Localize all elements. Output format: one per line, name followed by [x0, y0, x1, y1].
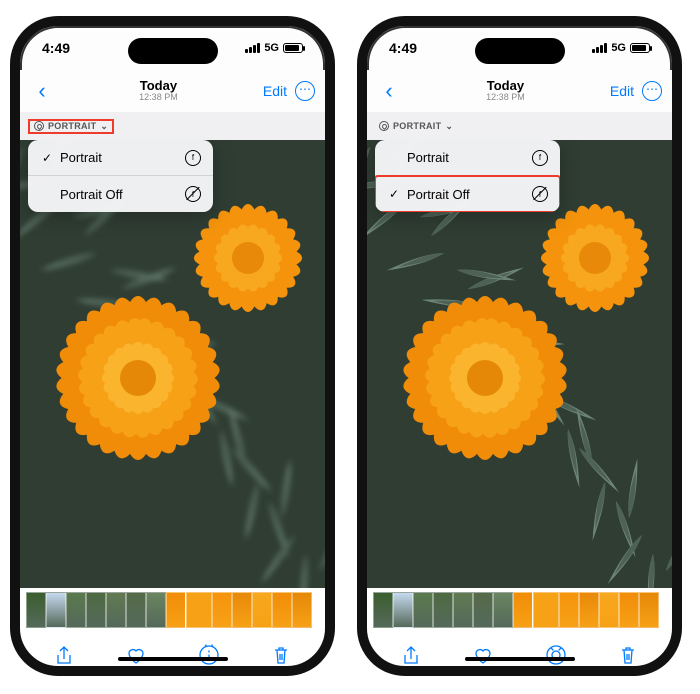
thumbnail[interactable]: [599, 592, 619, 628]
thumbnail[interactable]: [232, 592, 252, 628]
check-icon: ✓: [387, 187, 401, 201]
home-indicator[interactable]: [118, 657, 228, 661]
aperture-icon: [34, 121, 44, 131]
thumbnail[interactable]: [393, 592, 413, 628]
aperture-off-icon: f: [185, 186, 201, 202]
thumbnail[interactable]: [639, 592, 659, 628]
thumbnail[interactable]: [433, 592, 453, 628]
mode-row: PORTRAIT ⌄: [20, 112, 325, 140]
signal-icon: [245, 43, 260, 53]
thumbnail[interactable]: [619, 592, 639, 628]
thumbnail-strip[interactable]: [20, 588, 325, 632]
thumbnail[interactable]: [453, 592, 473, 628]
portrait-mode-badge[interactable]: PORTRAIT ⌄: [375, 119, 457, 134]
iphone-frame: 4:49 5G ‹ Today 12:38 PM Edit ⋯ PORTRAIT…: [10, 16, 335, 676]
battery-icon: [283, 43, 303, 53]
favorite-button[interactable]: [122, 641, 150, 669]
thumbnail[interactable]: [166, 592, 186, 628]
thumbnail-strip[interactable]: [367, 588, 672, 632]
aperture-icon: f: [532, 150, 548, 166]
nav-title-text: Today: [139, 79, 178, 93]
bottom-toolbar: [367, 632, 672, 676]
menu-item-aperture[interactable]: Portrait f: [375, 140, 560, 176]
menu-item-label: Portrait Off: [54, 187, 185, 202]
dynamic-island: [128, 38, 218, 64]
portrait-badge-label: PORTRAIT: [393, 121, 441, 131]
thumbnail[interactable]: [212, 592, 232, 628]
nav-bar: ‹ Today 12:38 PM Edit ⋯: [367, 70, 672, 112]
thumbnail[interactable]: [66, 592, 86, 628]
photo-viewport[interactable]: Portrait f ✓ Portrait Off f: [367, 140, 672, 588]
live-button[interactable]: [542, 641, 570, 669]
menu-item-label: Portrait: [54, 150, 185, 165]
thumbnail[interactable]: [146, 592, 166, 628]
aperture-icon: [379, 121, 389, 131]
aperture-icon: f: [185, 150, 201, 166]
thumbnail[interactable]: [559, 592, 579, 628]
thumbnail[interactable]: [373, 592, 393, 628]
nav-title: Today 12:38 PM: [139, 79, 178, 103]
photo-viewport[interactable]: ✓ Portrait f Portrait Off f: [20, 140, 325, 588]
nav-title: Today 12:38 PM: [486, 79, 525, 103]
info-button[interactable]: [195, 641, 223, 669]
battery-icon: [630, 43, 650, 53]
thumbnail[interactable]: [579, 592, 599, 628]
dynamic-island: [475, 38, 565, 64]
more-button[interactable]: ⋯: [642, 81, 662, 101]
trash-button[interactable]: [614, 641, 642, 669]
bottom-toolbar: [20, 632, 325, 676]
menu-item-aperture-off[interactable]: Portrait Off f: [28, 176, 213, 212]
chevron-down-icon: ⌄: [100, 121, 108, 132]
edit-button[interactable]: Edit: [263, 83, 287, 99]
thumbnail[interactable]: [46, 592, 66, 628]
menu-item-aperture[interactable]: ✓ Portrait f: [28, 140, 213, 176]
back-button[interactable]: ‹: [377, 78, 401, 104]
thumbnail[interactable]: [26, 592, 46, 628]
nav-bar: ‹ Today 12:38 PM Edit ⋯: [20, 70, 325, 112]
portrait-mode-badge[interactable]: PORTRAIT ⌄: [28, 119, 114, 134]
thumbnail[interactable]: [86, 592, 106, 628]
network-label: 5G: [611, 42, 626, 54]
check-icon: ✓: [40, 151, 54, 165]
aperture-off-icon: f: [532, 186, 548, 202]
portrait-dropdown-menu: ✓ Portrait f Portrait Off f: [28, 140, 213, 212]
thumbnail[interactable]: [186, 592, 212, 628]
thumbnail[interactable]: [106, 592, 126, 628]
thumbnail[interactable]: [272, 592, 292, 628]
menu-item-label: Portrait: [401, 150, 532, 165]
back-button[interactable]: ‹: [30, 78, 54, 104]
more-button[interactable]: ⋯: [295, 81, 315, 101]
share-button[interactable]: [397, 641, 425, 669]
thumbnail[interactable]: [473, 592, 493, 628]
edit-button[interactable]: Edit: [610, 83, 634, 99]
portrait-dropdown-menu: Portrait f ✓ Portrait Off f: [375, 140, 560, 212]
nav-subtitle-text: 12:38 PM: [486, 93, 525, 103]
thumbnail[interactable]: [292, 592, 312, 628]
thumbnail[interactable]: [533, 592, 559, 628]
mode-row: PORTRAIT ⌄: [367, 112, 672, 140]
share-button[interactable]: [50, 641, 78, 669]
signal-icon: [592, 43, 607, 53]
trash-button[interactable]: [267, 641, 295, 669]
thumbnail[interactable]: [126, 592, 146, 628]
status-time: 4:49: [389, 40, 417, 56]
thumbnail[interactable]: [513, 592, 533, 628]
home-indicator[interactable]: [465, 657, 575, 661]
thumbnail[interactable]: [252, 592, 272, 628]
network-label: 5G: [264, 42, 279, 54]
portrait-badge-label: PORTRAIT: [48, 121, 96, 131]
nav-title-text: Today: [486, 79, 525, 93]
menu-item-label: Portrait Off: [401, 187, 532, 202]
iphone-frame: 4:49 5G ‹ Today 12:38 PM Edit ⋯ PORTRAIT…: [357, 16, 682, 676]
thumbnail[interactable]: [413, 592, 433, 628]
chevron-down-icon: ⌄: [445, 121, 453, 132]
thumbnail[interactable]: [493, 592, 513, 628]
favorite-button[interactable]: [469, 641, 497, 669]
nav-subtitle-text: 12:38 PM: [139, 93, 178, 103]
menu-item-aperture-off[interactable]: ✓ Portrait Off f: [375, 176, 560, 212]
status-time: 4:49: [42, 40, 70, 56]
